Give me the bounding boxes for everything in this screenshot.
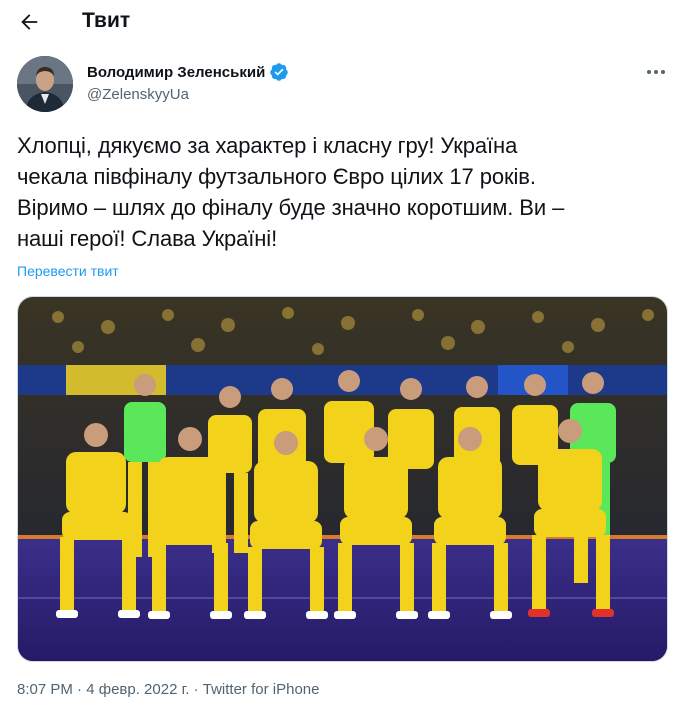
tweet-text-line: наші герої! Слава Україні! [17, 226, 278, 251]
tweet-date[interactable]: 4 февр. 2022 г. [86, 681, 189, 698]
back-button[interactable] [14, 8, 44, 36]
avatar[interactable] [17, 56, 73, 112]
tweet-photo[interactable] [17, 296, 668, 662]
verified-badge-icon [270, 63, 289, 81]
translate-tweet-link[interactable]: Перевести твит [17, 263, 119, 279]
meta-separator: · [189, 681, 203, 698]
arrow-left-icon [21, 14, 38, 30]
tweet-text-line: Хлопці, дякуємо за характер і класну гру… [17, 133, 518, 158]
author-name[interactable]: Володимир Зеленський [87, 64, 265, 81]
tweet-author: Володимир Зеленський @ZelenskyyUa [17, 56, 672, 112]
more-options-button[interactable] [644, 62, 668, 82]
tweet-source[interactable]: Twitter for iPhone [203, 681, 320, 698]
author-handle[interactable]: @ZelenskyyUa [87, 86, 189, 103]
tweet-text: Хлопці, дякуємо за характер і класну гру… [17, 130, 667, 254]
tweet-text-line: чекала півфіналу футзального Євро цілих … [17, 164, 536, 189]
top-bar: Твит [0, 0, 685, 44]
tweet-time[interactable]: 8:07 PM [17, 681, 73, 698]
tweet-text-line: Віримо – шлях до фіналу буде значно коро… [17, 195, 565, 220]
tweet-meta: 8:07 PM · 4 февр. 2022 г. · Twitter for … [17, 681, 319, 698]
page-title: Твит [82, 9, 131, 32]
team-photo-image [18, 297, 667, 661]
author-name-row: Володимир Зеленський [87, 62, 289, 82]
more-horizontal-icon [647, 70, 665, 74]
meta-separator: · [72, 681, 87, 698]
